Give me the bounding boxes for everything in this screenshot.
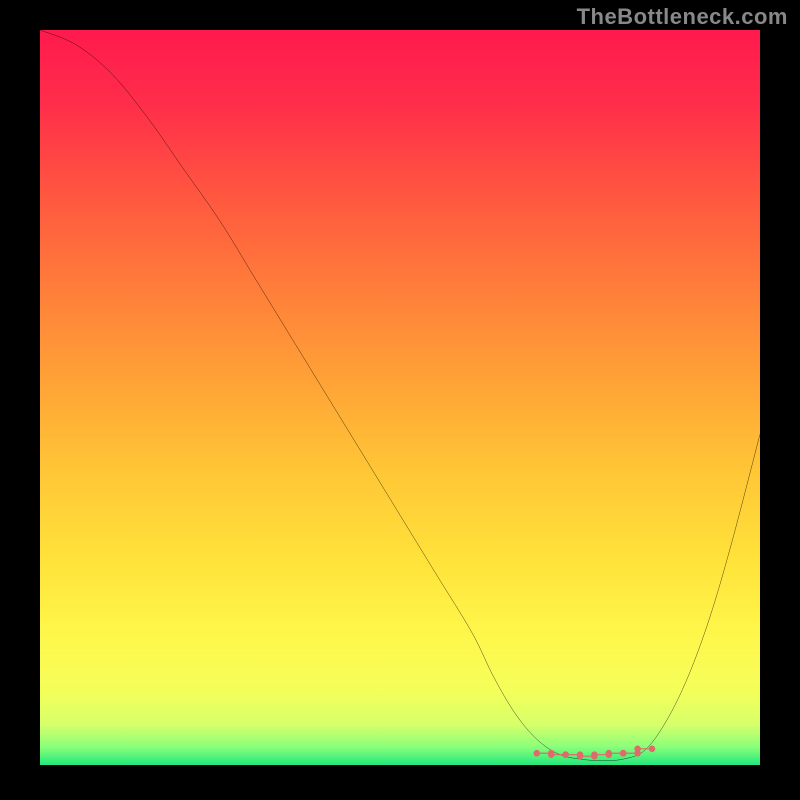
chart-frame: TheBottleneck.com <box>0 0 800 800</box>
bottleneck-curve <box>40 30 760 761</box>
plot-area <box>40 30 760 765</box>
watermark-text: TheBottleneck.com <box>577 4 788 30</box>
curve-layer <box>40 30 760 765</box>
flat-bottom-markers <box>534 746 656 760</box>
